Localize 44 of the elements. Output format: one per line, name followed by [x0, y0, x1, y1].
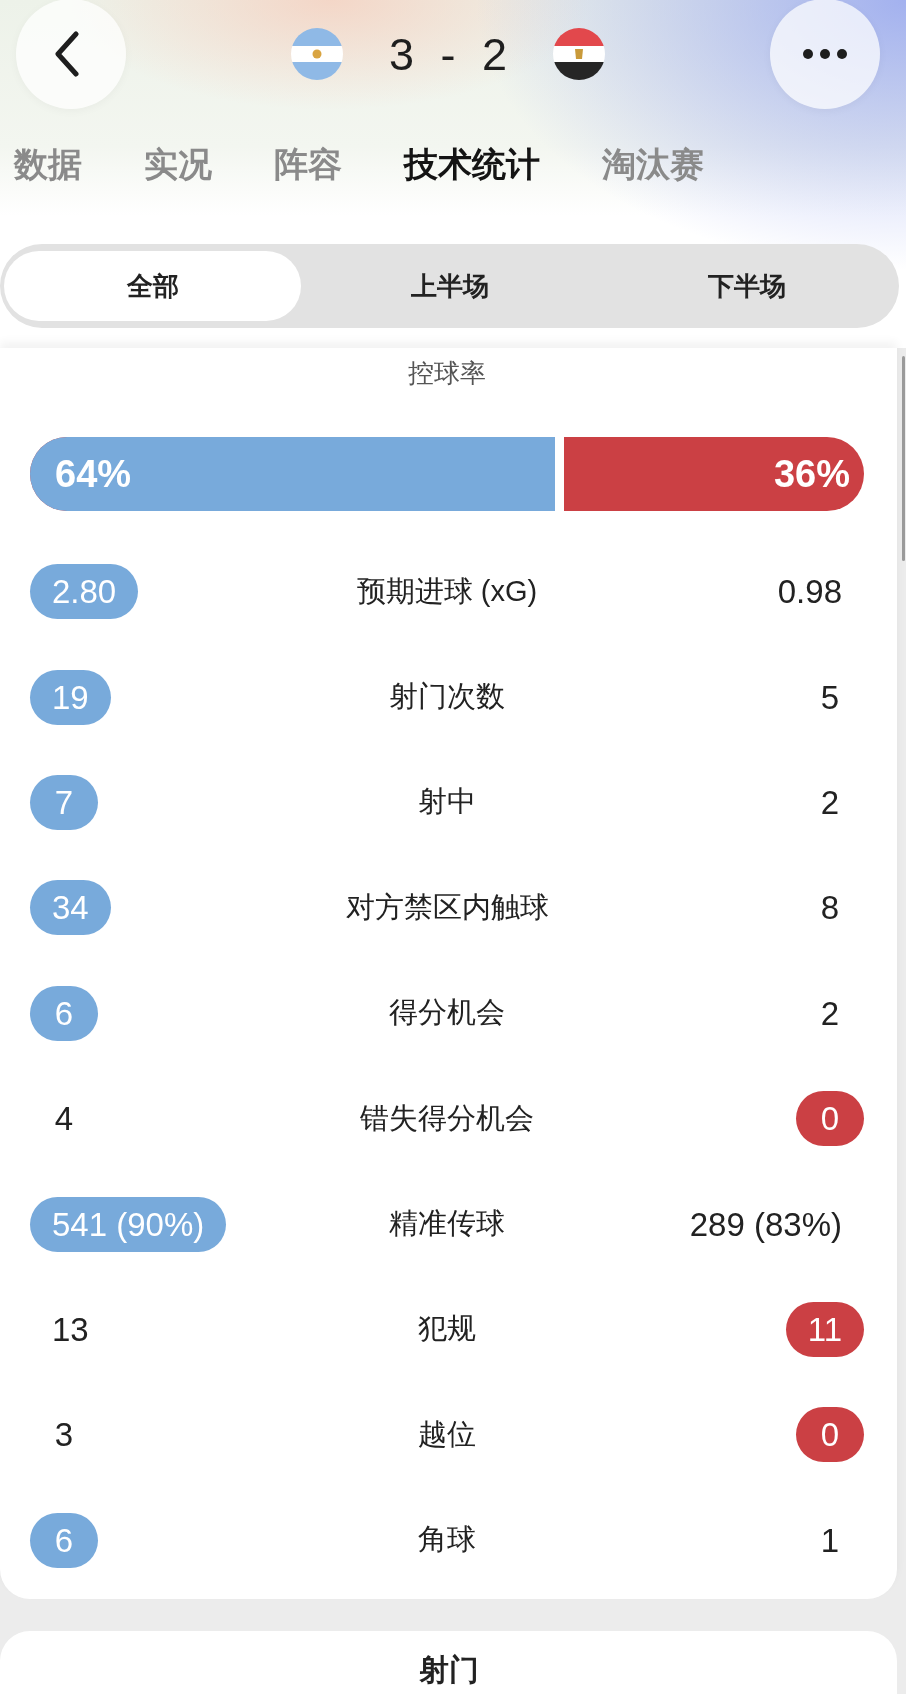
- period-tab[interactable]: 上半场: [301, 251, 598, 321]
- home-value-badge: 541 (90%): [30, 1196, 227, 1252]
- stat-label: 射中: [418, 784, 476, 820]
- away-value: 0.98: [776, 572, 843, 613]
- away-value-badge: 0: [796, 1091, 864, 1147]
- stat-label: 射门次数: [389, 679, 505, 715]
- away-value-badge: 0: [796, 1407, 864, 1463]
- home-value: 13: [51, 1309, 90, 1350]
- away-value-badge: 11: [785, 1301, 864, 1357]
- home-value-badge: 6: [30, 985, 98, 1041]
- section-title: 射门: [418, 1652, 479, 1686]
- stat-label: 越位: [418, 1416, 476, 1452]
- home-value: 3: [53, 1415, 75, 1456]
- nav-tab[interactable]: 技术统计: [404, 144, 540, 184]
- period-tab[interactable]: 下半场: [598, 251, 895, 321]
- more-icon: [803, 49, 847, 59]
- stat-label: 犯规: [418, 1311, 476, 1347]
- flag-icon: [290, 28, 343, 80]
- home-value-badge: 6: [30, 1512, 98, 1568]
- home-value: 4: [53, 1099, 75, 1140]
- stat-label: 错失得分机会: [360, 1100, 534, 1136]
- stat-label: 得分机会: [389, 995, 505, 1031]
- period-tab[interactable]: 全部: [4, 251, 301, 321]
- away-value: 5: [819, 677, 841, 718]
- away-value: 1: [819, 1520, 841, 1561]
- away-value: 289 (83%): [688, 1204, 843, 1245]
- home-value-badge: 19: [30, 669, 111, 725]
- possession-title: 控球率: [407, 358, 487, 388]
- stat-label: 对方禁区内触球: [345, 889, 549, 925]
- flag-icon: [553, 28, 605, 80]
- stat-label: 角球: [418, 1522, 476, 1558]
- score-text: 3 - 2: [388, 31, 514, 77]
- home-value-badge: 34: [30, 880, 111, 936]
- away-value: 2: [819, 993, 841, 1034]
- home-value-badge: 2.80: [30, 564, 139, 620]
- stat-label: 预期进球 (xG): [356, 573, 538, 609]
- home-value-badge: 7: [30, 774, 98, 830]
- home-possession-value: 64%: [55, 452, 132, 496]
- away-value: 8: [819, 888, 841, 929]
- back-icon: [54, 31, 80, 77]
- away-possession-value: 36%: [773, 452, 851, 496]
- stat-label: 精准传球: [389, 1206, 505, 1242]
- away-value: 2: [819, 782, 841, 823]
- scrollbar-thumb[interactable]: [902, 356, 905, 561]
